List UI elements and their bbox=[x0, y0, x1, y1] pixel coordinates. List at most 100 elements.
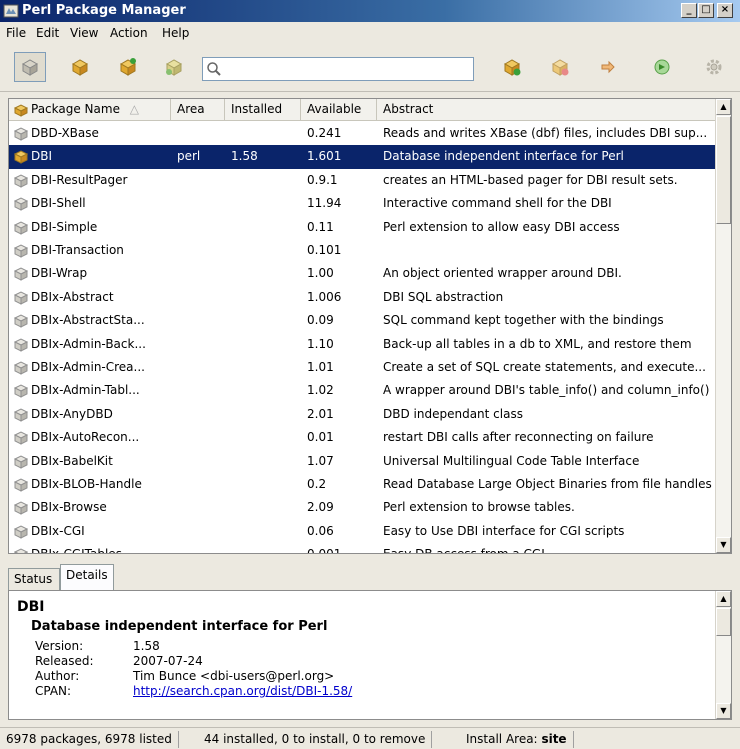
remove-package-icon bbox=[551, 59, 569, 76]
app-window: Perl Package Manager _ □ × File Edit Vie… bbox=[0, 0, 740, 749]
package-name-cell: DBI-Simple bbox=[31, 219, 98, 234]
package-row[interactable]: DBIx-AbstractSta... 0.09 SQL command kept … bbox=[9, 309, 717, 332]
package-name-cell: DBIx-Abstract bbox=[31, 289, 114, 304]
package-icon bbox=[13, 244, 29, 258]
package-abstract-cell: Reads and writes XBase (dbf) files, incl… bbox=[383, 126, 708, 140]
status-bar: 6978 packages, 6978 listed 44 installed,… bbox=[0, 727, 740, 749]
mark-for-install-button[interactable] bbox=[496, 52, 528, 82]
package-list[interactable]: Package Name △ Area Installed Available … bbox=[8, 98, 732, 554]
package-row[interactable]: DBIx-Admin-Back... 1.10 Back-up all tables… bbox=[9, 333, 717, 356]
package-row[interactable]: DBIx-Abstract 1.006 DBI SQL abstraction bbox=[9, 286, 717, 309]
status-action-counts: 44 installed, 0 to install, 0 to remove bbox=[198, 731, 433, 748]
package-row[interactable]: DBI-Simple 0.11 Perl extension to allow ea… bbox=[9, 216, 717, 239]
detail-released-value: 2007-07-24 bbox=[133, 654, 203, 668]
package-row[interactable]: DBIx-Admin-Crea... 1.01 Create a set of SQ… bbox=[9, 356, 717, 379]
package-name-cell: DBI-Wrap bbox=[31, 266, 88, 281]
run-marked-actions-button[interactable] bbox=[646, 52, 678, 82]
minimize-button[interactable]: _ bbox=[681, 3, 697, 18]
detail-cpan-link[interactable]: http://search.cpan.org/dist/DBI-1.58/ bbox=[133, 684, 352, 698]
package-row[interactable]: DBI-ResultPager 0.9.1 creates an HTML-base… bbox=[9, 169, 717, 192]
menu-file[interactable]: File bbox=[6, 26, 26, 40]
column-available[interactable]: Available bbox=[301, 99, 377, 121]
run-actions-icon bbox=[654, 59, 670, 75]
package-row[interactable]: DBI-Shell 11.94 Interactive command shell … bbox=[9, 192, 717, 215]
scroll-thumb[interactable] bbox=[716, 116, 731, 224]
column-abstract[interactable]: Abstract bbox=[377, 99, 717, 121]
menu-view[interactable]: View bbox=[70, 26, 98, 40]
package-modified-icon bbox=[165, 59, 183, 76]
package-row[interactable]: DBIx-AnyDBD 2.01 DBD independant class bbox=[9, 403, 717, 426]
view-modified-button[interactable] bbox=[158, 52, 190, 82]
package-row[interactable]: DBI perl 1.58 1.601 Database independent int… bbox=[9, 145, 717, 169]
package-abstract-cell: A wrapper around DBI's table_info() and … bbox=[383, 383, 710, 398]
menu-bar: File Edit View Action Help bbox=[0, 23, 740, 43]
package-available-cell: 0.241 bbox=[307, 126, 342, 140]
package-name-cell: DBI-ResultPager bbox=[31, 172, 128, 187]
package-abstract-cell: Database independent interface for Perl bbox=[383, 149, 624, 164]
column-package-name-label: Package Name bbox=[31, 102, 120, 116]
view-all-packages-button[interactable] bbox=[14, 52, 46, 82]
details-scroll-thumb[interactable] bbox=[716, 608, 731, 636]
column-installed[interactable]: Installed bbox=[225, 99, 301, 121]
menu-action[interactable]: Action bbox=[110, 26, 148, 40]
package-icon bbox=[13, 267, 29, 282]
detail-author-label: Author: bbox=[35, 669, 80, 683]
menu-edit[interactable]: Edit bbox=[36, 26, 59, 40]
close-button[interactable]: × bbox=[717, 3, 733, 18]
package-row[interactable]: DBIx-Admin-Tabl... 1.02 A wrapper around D… bbox=[9, 379, 717, 402]
package-area-cell: perl bbox=[177, 149, 201, 164]
package-available-cell: 0.2 bbox=[307, 477, 327, 491]
package-icon bbox=[13, 431, 29, 445]
package-available-cell: 0.09 bbox=[307, 313, 334, 328]
search-field[interactable] bbox=[202, 57, 474, 81]
mark-for-remove-button[interactable] bbox=[544, 52, 576, 82]
search-input[interactable] bbox=[225, 59, 470, 79]
status-install-area: Install Area: site bbox=[460, 731, 574, 748]
package-abstract-cell: restart DBI calls after reconnecting on … bbox=[383, 430, 654, 445]
package-row[interactable]: DBD-XBase 0.241 Reads and writes XBase (db… bbox=[9, 122, 717, 145]
package-row[interactable]: DBI-Wrap 1.00 An object oriented wrapper a… bbox=[9, 262, 717, 285]
column-package-name[interactable]: Package Name △ bbox=[9, 99, 171, 121]
package-row[interactable]: DBIx-AutoRecon... 0.01 restart DBI calls a… bbox=[9, 426, 717, 449]
package-available-cell: 0.01 bbox=[307, 430, 334, 445]
view-upgradeable-button[interactable] bbox=[112, 52, 144, 82]
details-tabs: Status Details bbox=[8, 564, 732, 591]
menu-help[interactable]: Help bbox=[162, 26, 189, 40]
package-abstract-cell: Easy DB access from a CGI bbox=[383, 547, 715, 553]
package-name-cell: DBI-Shell bbox=[31, 196, 86, 211]
package-row[interactable]: DBIx-BLOB-Handle 0.2 Read Database Large O… bbox=[9, 473, 717, 496]
package-row[interactable]: DBIx-CGI 0.06 Easy to Use DBI interface fo… bbox=[9, 520, 717, 543]
preferences-button[interactable] bbox=[698, 52, 730, 82]
package-list-scrollbar[interactable]: ▲ ▼ bbox=[715, 99, 731, 553]
package-name-cell: DBIx-AutoRecon... bbox=[31, 430, 140, 445]
column-area[interactable]: Area bbox=[171, 99, 225, 121]
tab-status[interactable]: Status bbox=[8, 568, 60, 590]
title-bar[interactable]: Perl Package Manager _ □ × bbox=[0, 0, 740, 22]
detail-version-label: Version: bbox=[35, 639, 84, 653]
package-row[interactable]: DBIx-BabelKit 1.07 Universal Multilingual … bbox=[9, 450, 717, 473]
details-scroll-up-arrow[interactable]: ▲ bbox=[716, 591, 731, 607]
package-name-cell: DBIx-CGI bbox=[31, 523, 85, 538]
package-installed-cell: 1.58 bbox=[231, 149, 258, 164]
package-available-cell: 2.01 bbox=[307, 406, 334, 421]
package-row[interactable]: DBIx-CGITables 0.001 Easy DB access from a… bbox=[9, 543, 717, 553]
package-rows: DBD-XBase 0.241 Reads and writes XBase (db… bbox=[9, 122, 717, 553]
package-abstract-cell: Perl extension to allow easy DBI access bbox=[383, 219, 620, 234]
package-row[interactable]: DBI-Transaction 0.101 bbox=[9, 239, 717, 262]
mark-for-upgrade-button[interactable] bbox=[592, 52, 624, 82]
package-icon bbox=[13, 408, 29, 422]
details-scrollbar[interactable]: ▲ ▼ bbox=[715, 591, 731, 719]
details-scroll-down-arrow[interactable]: ▼ bbox=[716, 703, 731, 719]
package-available-cell: 0.11 bbox=[307, 219, 334, 234]
scroll-down-arrow[interactable]: ▼ bbox=[716, 537, 731, 553]
package-abstract-cell: Easy to Use DBI interface for CGI script… bbox=[383, 523, 625, 538]
package-available-cell: 1.601 bbox=[307, 149, 342, 164]
tab-details[interactable]: Details bbox=[60, 564, 114, 591]
package-abstract-cell: Interactive command shell for the DBI bbox=[383, 196, 612, 211]
status-install-area-label: Install Area: bbox=[466, 732, 538, 746]
maximize-button[interactable]: □ bbox=[698, 3, 714, 18]
view-installed-button[interactable] bbox=[64, 52, 96, 82]
scroll-up-arrow[interactable]: ▲ bbox=[716, 99, 731, 115]
package-abstract-cell: SQL command kept together with the bindi… bbox=[383, 313, 664, 328]
package-row[interactable]: DBIx-Browse 2.09 Perl extension to browse … bbox=[9, 496, 717, 519]
